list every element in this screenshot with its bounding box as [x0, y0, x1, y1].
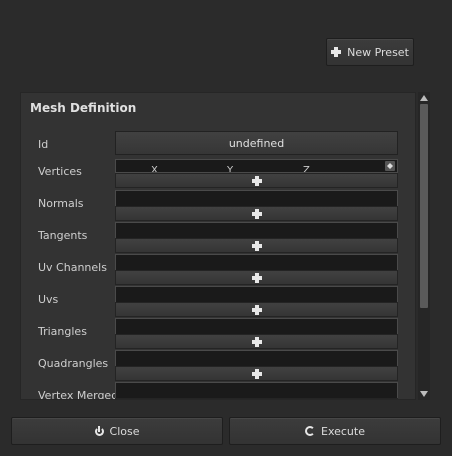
execute-button[interactable]: Execute: [229, 417, 441, 445]
plus-icon: [251, 368, 262, 379]
quadrangles-add-button[interactable]: [115, 366, 398, 381]
vertices-menu-icon[interactable]: [385, 161, 395, 171]
scroll-down-icon[interactable]: [420, 391, 428, 397]
panel-scrollbar[interactable]: [418, 92, 430, 400]
id-value: undefined: [228, 136, 285, 150]
uvs-label: Uvs: [38, 293, 59, 306]
close-button[interactable]: Close: [11, 417, 223, 445]
scroll-up-icon[interactable]: [420, 95, 428, 101]
plus-icon: [251, 304, 262, 315]
refresh-icon: [305, 426, 315, 436]
uvs-add-button[interactable]: [115, 302, 398, 317]
uv-channels-label: Uv Channels: [38, 261, 107, 274]
panel-title: Mesh Definition: [30, 101, 137, 115]
axis-y-label: Y: [227, 165, 234, 173]
vertices-add-button[interactable]: [115, 173, 398, 188]
vertex-merged-add-button[interactable]: [115, 398, 398, 399]
close-label: Close: [109, 424, 140, 438]
plus-icon: [331, 47, 342, 57]
normals-label: Normals: [38, 197, 84, 210]
normals-add-button[interactable]: [115, 206, 398, 221]
vertices-table-header: X Y Z: [115, 159, 398, 173]
plus-icon: [251, 336, 262, 347]
power-icon: [94, 425, 104, 436]
vertices-label: Vertices: [38, 165, 82, 178]
tangents-label: Tangents: [38, 229, 88, 242]
axis-z-label: Z: [303, 165, 310, 173]
triangles-add-button[interactable]: [115, 334, 398, 349]
mesh-definition-panel: Mesh Definition Id undefined Vertices X …: [20, 92, 416, 400]
scroll-thumb[interactable]: [420, 104, 428, 308]
uv-channels-add-button[interactable]: [115, 270, 398, 285]
execute-label: Execute: [321, 424, 365, 438]
triangles-label: Triangles: [38, 325, 87, 338]
id-field[interactable]: undefined: [115, 131, 398, 155]
plus-icon: [251, 240, 262, 251]
axis-x-label: X: [151, 165, 158, 173]
quadrangles-label: Quadrangles: [38, 357, 109, 370]
plus-icon: [251, 272, 262, 283]
new-preset-label: New Preset: [347, 45, 409, 59]
plus-icon: [251, 208, 262, 219]
new-preset-button[interactable]: New Preset: [326, 38, 414, 66]
vertex-merged-label: Vertex Merged: [38, 389, 119, 400]
tangents-add-button[interactable]: [115, 238, 398, 253]
id-label: Id: [38, 138, 49, 151]
plus-icon: [251, 175, 262, 186]
